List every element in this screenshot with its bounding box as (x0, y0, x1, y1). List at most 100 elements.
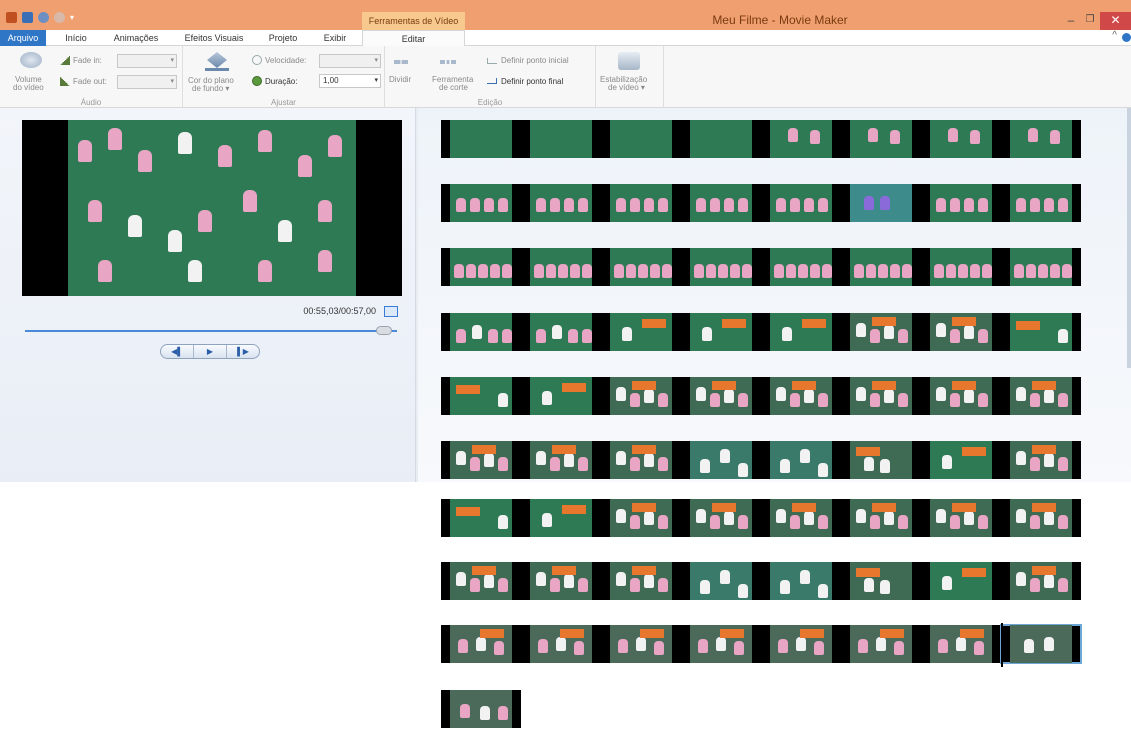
tab-inicio[interactable]: Início (56, 30, 96, 46)
restore-button[interactable]: ❐ (1082, 12, 1098, 30)
tab-efeitos-visuais[interactable]: Efeitos Visuais (176, 30, 252, 46)
clip-thumbnail[interactable] (1001, 313, 1081, 351)
clip-thumbnail[interactable] (441, 562, 521, 600)
clip-thumbnail[interactable] (1001, 441, 1081, 479)
clip-thumbnail[interactable] (601, 377, 681, 415)
tab-projeto[interactable]: Projeto (258, 30, 308, 46)
duration-select[interactable]: 1,00 ▾ (319, 74, 381, 88)
clip-thumbnail[interactable] (1001, 248, 1081, 286)
clip-thumbnail[interactable] (601, 248, 681, 286)
fullscreen-icon[interactable] (384, 306, 398, 317)
tab-animacoes[interactable]: Animações (103, 30, 169, 46)
clip-thumbnail[interactable] (761, 377, 841, 415)
clip-thumbnail[interactable] (441, 625, 521, 663)
clip-thumbnail[interactable] (1001, 377, 1081, 415)
undo-icon[interactable] (38, 12, 49, 23)
clip-thumbnail[interactable] (441, 120, 521, 158)
video-stabilization-icon[interactable] (618, 52, 640, 70)
clip-thumbnail[interactable] (1001, 562, 1081, 600)
clip-thumbnail[interactable] (521, 441, 601, 479)
ribbon-minimize-icon[interactable]: ^ (1112, 30, 1117, 41)
clip-thumbnail[interactable] (521, 120, 601, 158)
paint-bucket-icon[interactable] (207, 52, 227, 68)
split-icon[interactable] (394, 60, 408, 64)
clip-thumbnail[interactable] (601, 184, 681, 222)
clip-thumbnail[interactable] (841, 562, 921, 600)
clip-thumbnail[interactable] (841, 441, 921, 479)
clip-thumbnail[interactable] (521, 313, 601, 351)
volume-icon[interactable] (20, 52, 42, 68)
clip-thumbnail[interactable] (521, 184, 601, 222)
clip-thumbnail[interactable] (1001, 184, 1081, 222)
clip-thumbnail[interactable] (441, 248, 521, 286)
previous-frame-button[interactable]: ◀▌ (161, 345, 194, 358)
clip-thumbnail[interactable] (761, 562, 841, 600)
clip-thumbnail[interactable] (761, 313, 841, 351)
clip-thumbnail[interactable] (921, 120, 1001, 158)
clip-thumbnail[interactable] (921, 441, 1001, 479)
clip-thumbnail[interactable] (921, 625, 1001, 663)
clip-thumbnail[interactable] (841, 248, 921, 286)
clip-thumbnail[interactable] (921, 377, 1001, 415)
clip-thumbnail[interactable] (841, 377, 921, 415)
close-button[interactable]: ✕ (1100, 12, 1131, 30)
set-end-point-button[interactable]: Definir ponto final (501, 77, 563, 86)
clip-thumbnail[interactable] (681, 377, 761, 415)
clip-thumbnail[interactable] (761, 441, 841, 479)
clip-thumbnail[interactable] (441, 690, 521, 728)
clip-thumbnail[interactable] (921, 313, 1001, 351)
clip-thumbnail[interactable] (681, 248, 761, 286)
clip-thumbnail[interactable] (441, 313, 521, 351)
video-preview[interactable] (22, 120, 402, 296)
clip-thumbnail[interactable] (521, 248, 601, 286)
clip-thumbnail[interactable] (841, 120, 921, 158)
clip-thumbnail[interactable] (441, 184, 521, 222)
clip-thumbnail[interactable] (681, 441, 761, 479)
clip-thumbnail[interactable] (681, 625, 761, 663)
clip-thumbnail[interactable] (681, 562, 761, 600)
clip-thumbnail[interactable] (841, 184, 921, 222)
split-label[interactable]: Dividir (389, 75, 411, 84)
play-button[interactable]: ▶ (194, 345, 227, 358)
help-icon[interactable] (1122, 33, 1131, 42)
clip-thumbnail[interactable] (761, 625, 841, 663)
app-icon[interactable] (6, 12, 17, 23)
clip-thumbnail[interactable] (441, 499, 521, 537)
clip-thumbnail[interactable] (601, 499, 681, 537)
trim-tool-icon[interactable] (440, 60, 456, 64)
seek-thumb[interactable] (375, 326, 392, 335)
clip-thumbnail[interactable] (521, 625, 601, 663)
clip-thumbnail[interactable] (1001, 499, 1081, 537)
clip-thumbnail[interactable] (921, 499, 1001, 537)
clip-thumbnail[interactable] (601, 441, 681, 479)
customize-icon[interactable]: ▾ (70, 13, 74, 22)
storyboard-scrollbar[interactable] (1127, 108, 1131, 368)
tab-arquivo[interactable]: Arquivo (0, 30, 46, 46)
seek-bar[interactable] (25, 330, 397, 332)
clip-thumbnail[interactable] (681, 184, 761, 222)
playhead[interactable] (1001, 623, 1003, 667)
redo-icon[interactable] (54, 12, 65, 23)
fade-in-select[interactable]: ▾ (117, 54, 177, 68)
clip-thumbnail[interactable] (601, 313, 681, 351)
clip-thumbnail[interactable] (681, 120, 761, 158)
clip-thumbnail[interactable] (601, 625, 681, 663)
clip-thumbnail[interactable] (1001, 120, 1081, 158)
clip-thumbnail[interactable] (441, 377, 521, 415)
clip-thumbnail[interactable] (521, 377, 601, 415)
clip-thumbnail[interactable] (601, 120, 681, 158)
clip-thumbnail[interactable] (921, 184, 1001, 222)
clip-thumbnail[interactable] (841, 625, 921, 663)
clip-thumbnail[interactable] (761, 499, 841, 537)
tab-exibir[interactable]: Exibir (312, 30, 358, 46)
clip-thumbnail[interactable] (441, 441, 521, 479)
clip-thumbnail[interactable] (761, 120, 841, 158)
save-icon[interactable] (22, 12, 33, 23)
clip-thumbnail[interactable] (681, 313, 761, 351)
clip-thumbnail[interactable] (601, 562, 681, 600)
minimize-button[interactable]: – (1063, 12, 1079, 30)
clip-thumbnail[interactable] (921, 248, 1001, 286)
fade-out-select[interactable]: ▾ (117, 75, 177, 89)
set-start-point-button[interactable]: Definir ponto inicial (501, 56, 569, 65)
clip-thumbnail[interactable] (521, 562, 601, 600)
